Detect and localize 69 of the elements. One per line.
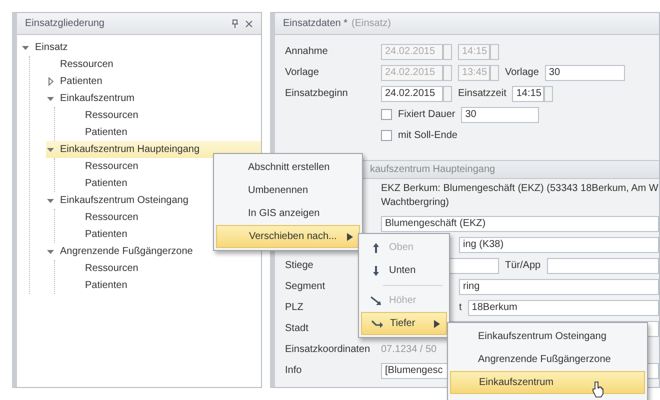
input-field[interactable] xyxy=(546,258,659,274)
address-text: EKZ Berkum: Blumengeschäft (EKZ) (53343 18Berkum, Am W xyxy=(381,182,659,196)
tree-item[interactable]: Ressourcen xyxy=(83,212,140,223)
collapse-icon[interactable] xyxy=(21,43,30,52)
field-label: Einsatzbeginn xyxy=(285,88,349,99)
panel-title: Einsatzdaten * (Einsatz) xyxy=(283,18,391,29)
diagonal-arrow-icon xyxy=(369,294,383,308)
pin-icon[interactable] xyxy=(231,19,239,28)
checkbox[interactable] xyxy=(381,109,392,120)
tree-item[interactable]: Einkaufszentrum xyxy=(58,93,136,104)
input-field[interactable]: 30 xyxy=(461,106,540,122)
field-label: Einsatzzeit xyxy=(458,88,506,99)
collapse-icon[interactable] xyxy=(46,94,55,103)
field-label: Einsatzkoordinaten xyxy=(285,344,372,355)
section-title: kaufszentrum Haupteingang xyxy=(370,164,496,175)
menu-item[interactable]: Abschnitt erstellen xyxy=(216,156,360,179)
menu-item[interactable]: Verschieben nach... xyxy=(216,225,360,248)
spin-button[interactable] xyxy=(490,44,499,60)
dropdown-button[interactable] xyxy=(443,44,452,60)
tree-item[interactable]: Angrenzende Fußgängerzone xyxy=(58,246,195,257)
input-field[interactable]: 18Berkum xyxy=(468,300,659,316)
collapse-icon[interactable] xyxy=(46,196,55,205)
tree-item[interactable]: Ressourcen xyxy=(83,263,140,274)
field-label: Info xyxy=(285,365,303,376)
tree-item[interactable]: Patienten xyxy=(58,76,104,87)
checkbox-label: mit Soll-Ende xyxy=(398,130,458,141)
menu-item[interactable]: Umbenennen xyxy=(216,179,360,202)
field-label: t xyxy=(459,302,462,313)
menu-item[interactable]: Angrenzende Fußgängerzone xyxy=(450,348,645,371)
field-label: Annahme xyxy=(285,46,329,57)
expand-icon[interactable] xyxy=(46,77,55,86)
field-label: Tür/App xyxy=(505,260,541,271)
dropdown-button[interactable] xyxy=(443,64,452,80)
input-field[interactable]: Blumengeschäft (EKZ) xyxy=(381,216,659,232)
tree-item[interactable]: Patienten xyxy=(83,280,130,291)
collapse-icon[interactable] xyxy=(46,247,55,256)
spin-button[interactable] xyxy=(490,64,499,80)
menu-item[interactable]: Tiefer xyxy=(361,312,447,335)
menu-item[interactable]: Einkaufszentrum xyxy=(450,371,645,394)
menu-item[interactable]: In GIS anzeigen xyxy=(216,202,360,225)
collapse-icon[interactable] xyxy=(46,145,55,154)
dropdown-button[interactable] xyxy=(443,86,452,102)
panel-title: Einsatzgliederung xyxy=(25,18,106,29)
field-label: Stadt xyxy=(285,323,310,334)
tree-item[interactable]: Ressourcen xyxy=(58,59,116,70)
field-label: PLZ xyxy=(285,302,304,313)
close-icon[interactable] xyxy=(245,20,253,28)
field-label: Stiege xyxy=(285,260,314,271)
checkbox[interactable] xyxy=(381,130,392,141)
address-text: Wachtbergring) xyxy=(381,196,450,210)
input-field[interactable]: ing (K38) xyxy=(459,236,659,252)
input-field[interactable]: ring xyxy=(459,278,659,294)
tree-item[interactable]: Einkaufszentrum Osteingang xyxy=(58,195,190,206)
tree-item[interactable]: Ressourcen xyxy=(83,161,140,172)
tree-item[interactable]: Patienten xyxy=(83,229,130,240)
input-field[interactable]: 14:15 xyxy=(512,86,544,102)
date-field[interactable]: 24.02.2015 xyxy=(381,86,443,102)
field-label: Vorlage xyxy=(505,67,539,78)
tree-item[interactable]: Patienten xyxy=(83,127,130,138)
tree-item[interactable]: Patienten xyxy=(83,178,130,189)
menu-item[interactable]: Einkaufszentrum Osteingang xyxy=(450,325,645,348)
checkbox-label: Fixiert Dauer xyxy=(398,109,456,120)
spin-button[interactable] xyxy=(544,86,554,102)
field-label: Segment xyxy=(285,281,326,292)
tree-item[interactable]: Ressourcen xyxy=(83,110,140,121)
coordinates-text: 07.1234 / 50 xyxy=(381,344,437,355)
field-label: Vorlage xyxy=(285,67,320,78)
menu-item[interactable]: Unten xyxy=(361,259,447,282)
tree-item[interactable]: Einsatz xyxy=(33,42,70,53)
